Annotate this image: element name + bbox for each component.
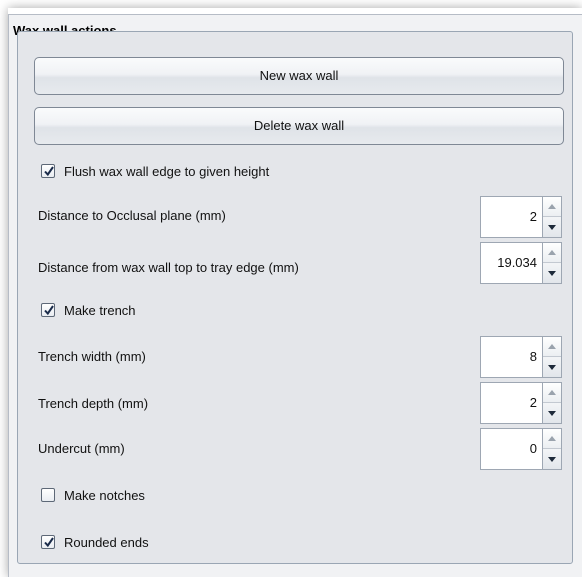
distance-occlusal-input[interactable]: 2 <box>480 196 542 238</box>
arrow-down-icon <box>548 410 556 416</box>
make-notches-checkbox[interactable] <box>41 488 55 502</box>
decrement-button[interactable] <box>543 357 561 377</box>
distance-occlusal-label: Distance to Occlusal plane (mm) <box>38 208 226 223</box>
rounded-ends-checkbox[interactable] <box>41 535 55 549</box>
trench-depth-label: Trench depth (mm) <box>38 396 149 411</box>
flush-edge-label: Flush wax wall edge to given height <box>64 163 270 179</box>
arrow-down-icon <box>548 364 556 370</box>
make-trench-option[interactable]: Make trench <box>41 300 136 320</box>
trench-width-input[interactable]: 8 <box>480 336 542 378</box>
decrement-button[interactable] <box>543 217 561 237</box>
check-icon <box>44 166 54 177</box>
trench-depth-spin-buttons <box>542 382 562 424</box>
arrow-up-icon <box>548 250 556 255</box>
arrow-down-icon <box>548 270 556 276</box>
flush-edge-option[interactable]: Flush wax wall edge to given height <box>41 161 269 181</box>
flush-edge-checkbox[interactable] <box>41 164 55 178</box>
trench-width-spin-buttons <box>542 336 562 378</box>
arrow-down-icon <box>548 224 556 230</box>
arrow-up-icon <box>548 344 556 349</box>
check-icon <box>44 537 54 548</box>
undercut-spin-buttons <box>542 428 562 470</box>
make-notches-label: Make notches <box>64 487 145 503</box>
distance-tray-edge-spinner[interactable]: 19.034 <box>480 242 562 284</box>
arrow-down-icon <box>548 456 556 462</box>
distance-occlusal-spinner[interactable]: 2 <box>480 196 562 238</box>
make-notches-option[interactable]: Make notches <box>41 485 145 505</box>
arrow-up-icon <box>548 390 556 395</box>
trench-width-spinner[interactable]: 8 <box>480 336 562 378</box>
distance-tray-edge-label: Distance from wax wall top to tray edge … <box>38 260 299 275</box>
increment-button[interactable] <box>543 429 561 449</box>
increment-button[interactable] <box>543 197 561 217</box>
make-trench-checkbox[interactable] <box>41 303 55 317</box>
decrement-button[interactable] <box>543 263 561 283</box>
increment-button[interactable] <box>543 243 561 263</box>
distance-occlusal-spin-buttons <box>542 196 562 238</box>
trench-depth-spinner[interactable]: 2 <box>480 382 562 424</box>
decrement-button[interactable] <box>543 403 561 423</box>
undercut-label: Undercut (mm) <box>38 441 125 456</box>
trench-width-label: Trench width (mm) <box>38 349 146 364</box>
increment-button[interactable] <box>543 337 561 357</box>
undercut-spinner[interactable]: 0 <box>480 428 562 470</box>
rounded-ends-label: Rounded ends <box>64 534 149 550</box>
arrow-up-icon <box>548 436 556 441</box>
decrement-button[interactable] <box>543 449 561 469</box>
increment-button[interactable] <box>543 383 561 403</box>
undercut-input[interactable]: 0 <box>480 428 542 470</box>
distance-tray-edge-spin-buttons <box>542 242 562 284</box>
make-trench-label: Make trench <box>64 302 136 318</box>
rounded-ends-option[interactable]: Rounded ends <box>41 532 149 552</box>
new-wax-wall-button[interactable]: New wax wall <box>34 57 564 95</box>
check-icon <box>44 305 54 316</box>
trench-depth-input[interactable]: 2 <box>480 382 542 424</box>
arrow-up-icon <box>548 204 556 209</box>
distance-tray-edge-input[interactable]: 19.034 <box>480 242 542 284</box>
delete-wax-wall-button[interactable]: Delete wax wall <box>34 107 564 145</box>
